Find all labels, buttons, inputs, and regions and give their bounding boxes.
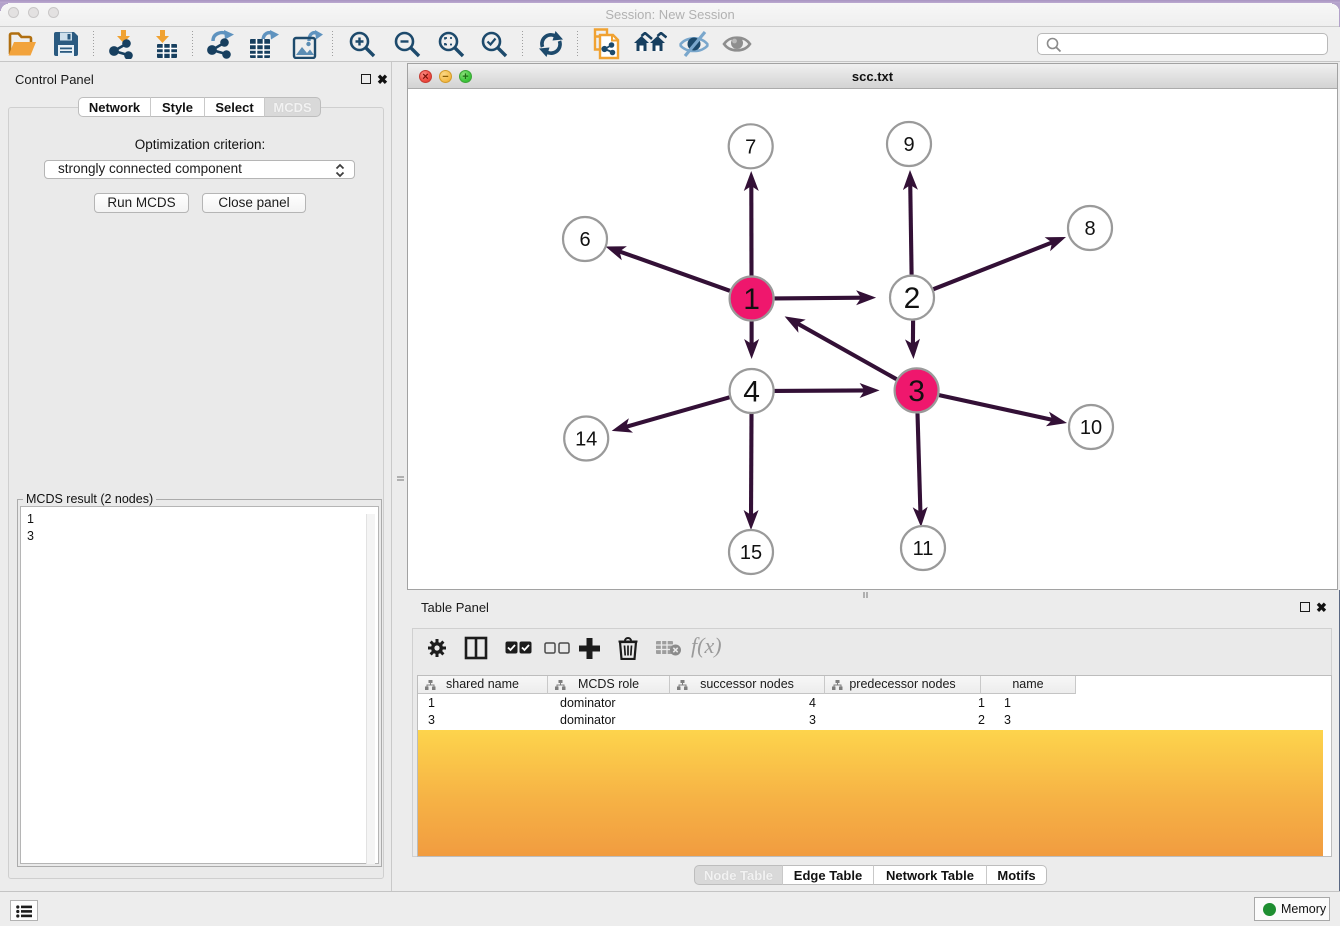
svg-text:9: 9 — [903, 134, 914, 156]
svg-text:4: 4 — [743, 376, 760, 409]
svg-text:7: 7 — [745, 136, 756, 158]
svg-text:3: 3 — [908, 375, 925, 408]
svg-text:11: 11 — [913, 538, 934, 560]
svg-text:2: 2 — [904, 282, 921, 315]
svg-text:15: 15 — [740, 542, 762, 564]
svg-text:1: 1 — [743, 283, 760, 316]
svg-text:6: 6 — [579, 229, 590, 251]
svg-text:14: 14 — [575, 429, 597, 451]
svg-text:10: 10 — [1080, 417, 1102, 439]
svg-text:8: 8 — [1084, 218, 1095, 240]
